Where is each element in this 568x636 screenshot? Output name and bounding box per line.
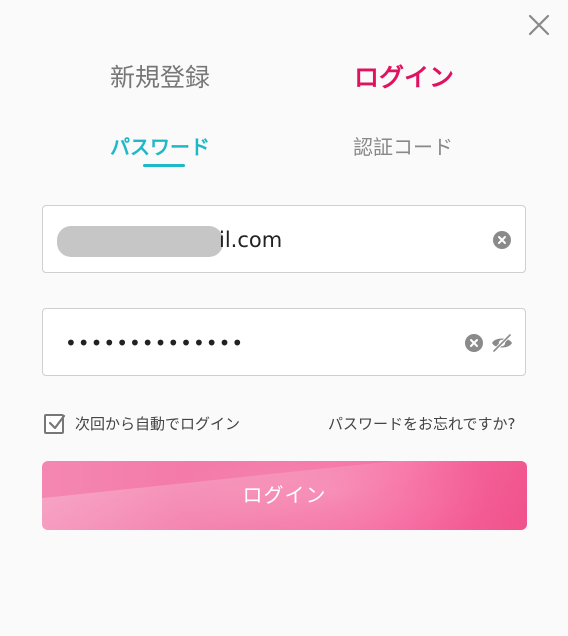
- close-icon: [528, 14, 550, 36]
- login-button[interactable]: ログイン: [42, 461, 527, 530]
- tab-login[interactable]: ログイン: [354, 58, 454, 98]
- eye-off-icon[interactable]: [490, 332, 514, 354]
- login-button-label: ログイン: [242, 483, 327, 507]
- checkbox-icon[interactable]: [44, 414, 66, 434]
- tab-register[interactable]: 新規登録: [110, 58, 210, 98]
- active-tab-underline: [143, 164, 185, 167]
- sub-tabs: パスワード 認証コード: [0, 130, 568, 170]
- clear-email-icon[interactable]: [493, 231, 511, 249]
- tab-verification-code[interactable]: 認証コード: [353, 130, 453, 164]
- email-value: il.com: [219, 228, 283, 252]
- forgot-password-link[interactable]: パスワードをお忘れですか?: [328, 412, 516, 436]
- email-field[interactable]: il.com: [42, 205, 526, 273]
- tab-password[interactable]: パスワード: [110, 130, 210, 164]
- close-button[interactable]: [526, 12, 552, 38]
- clear-password-icon[interactable]: [465, 334, 483, 352]
- main-tabs: 新規登録 ログイン: [0, 58, 568, 98]
- redacted-email-part: [57, 226, 223, 257]
- password-field[interactable]: ••••••••••••••: [42, 308, 526, 376]
- password-value: ••••••••••••••: [65, 331, 245, 355]
- remember-label: 次回から自動でログイン: [75, 415, 241, 433]
